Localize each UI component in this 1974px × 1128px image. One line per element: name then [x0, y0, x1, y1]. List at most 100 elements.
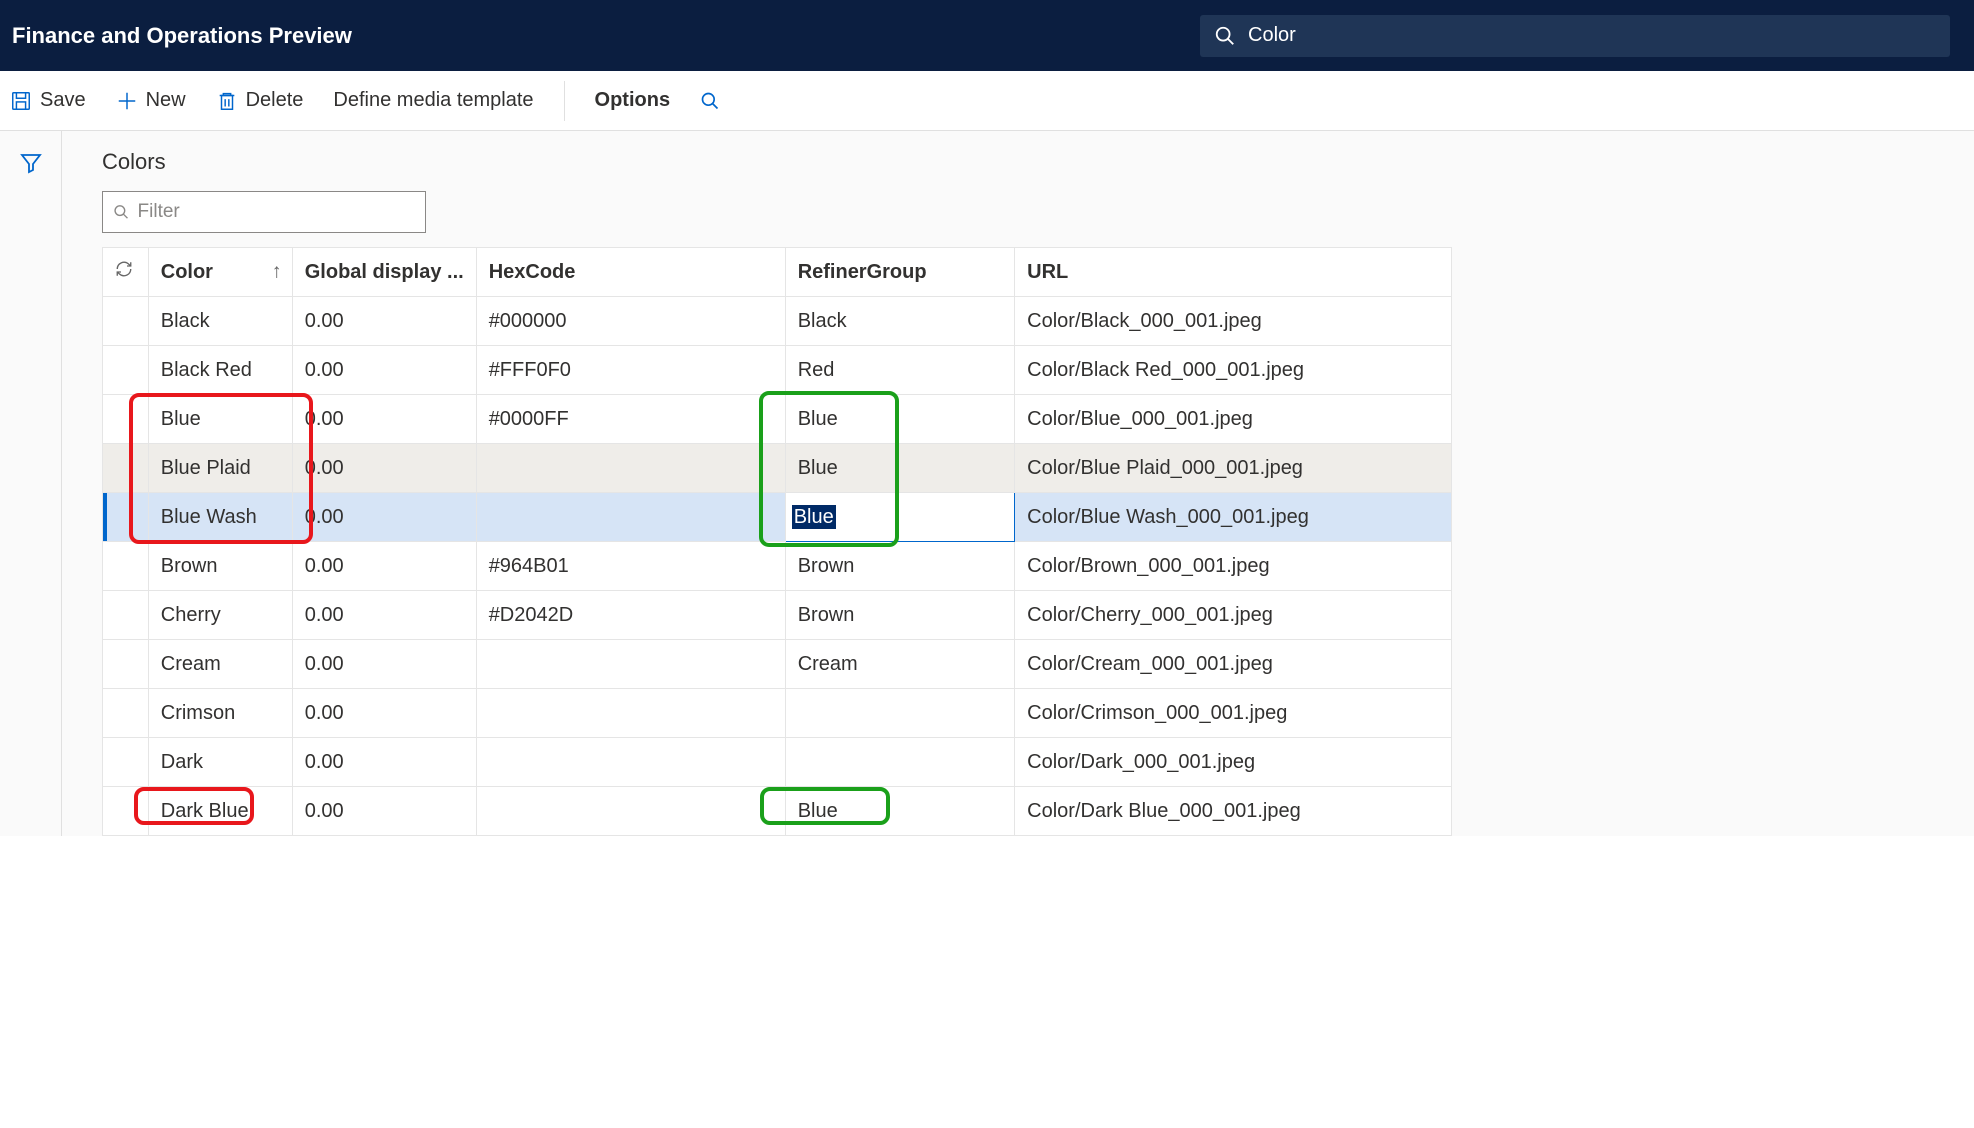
cell-color[interactable]: Black: [148, 297, 292, 346]
cell-refiner-group[interactable]: Red: [785, 346, 1014, 395]
cell-global-display[interactable]: 0.00: [292, 297, 476, 346]
cell-color[interactable]: Dark: [148, 738, 292, 787]
cell-refiner-group[interactable]: Brown: [785, 591, 1014, 640]
cell-color[interactable]: Cherry: [148, 591, 292, 640]
row-selector[interactable]: [103, 787, 149, 836]
cell-url[interactable]: Color/Brown_000_001.jpeg: [1015, 542, 1452, 591]
table-row[interactable]: Brown0.00#964B01BrownColor/Brown_000_001…: [103, 542, 1452, 591]
column-header-refiner-group[interactable]: RefinerGroup: [785, 248, 1014, 297]
save-label: Save: [40, 89, 86, 112]
column-header-url[interactable]: URL: [1015, 248, 1452, 297]
cell-hexcode[interactable]: [476, 787, 785, 836]
table-row[interactable]: Dark Blue0.00 BlueColor/Dark Blue_000_001…: [103, 787, 1452, 836]
cell-color[interactable]: Blue: [148, 395, 292, 444]
cell-color[interactable]: Blue Plaid: [148, 444, 292, 493]
cell-hexcode[interactable]: #0000FF: [476, 395, 785, 444]
table-row[interactable]: Dark0.00 Color/Dark_000_001.jpeg: [103, 738, 1452, 787]
cell-url[interactable]: Color/Cream_000_001.jpeg: [1015, 640, 1452, 689]
row-selector[interactable]: [103, 591, 149, 640]
cell-refiner-group[interactable]: Brown: [785, 542, 1014, 591]
cell-refiner-group[interactable]: Blue: [785, 444, 1014, 493]
page-search-button[interactable]: [700, 91, 720, 111]
refresh-column-header[interactable]: [103, 248, 149, 297]
column-header-global-display[interactable]: Global display ...: [292, 248, 476, 297]
cell-refiner-group[interactable]: [785, 689, 1014, 738]
cell-global-display[interactable]: 0.00: [292, 640, 476, 689]
cell-global-display[interactable]: 0.00: [292, 346, 476, 395]
cell-color[interactable]: Brown: [148, 542, 292, 591]
cell-global-display[interactable]: 0.00: [292, 689, 476, 738]
cell-color[interactable]: Crimson: [148, 689, 292, 738]
cell-hexcode[interactable]: [476, 444, 785, 493]
cell-global-display[interactable]: 0.00: [292, 444, 476, 493]
table-row[interactable]: Blue Wash0.00 BlueColor/Blue Wash_000_001…: [103, 493, 1452, 542]
cell-url[interactable]: Color/Black Red_000_001.jpeg: [1015, 346, 1452, 395]
cell-hexcode[interactable]: [476, 689, 785, 738]
table-row[interactable]: Blue0.00#0000FFBlueColor/Blue_000_001.jp…: [103, 395, 1452, 444]
row-selector[interactable]: [103, 444, 149, 493]
cell-url[interactable]: Color/Blue_000_001.jpeg: [1015, 395, 1452, 444]
cell-color[interactable]: Black Red: [148, 346, 292, 395]
table-row[interactable]: Crimson0.00 Color/Crimson_000_001.jpeg: [103, 689, 1452, 738]
cell-refiner-group[interactable]: [785, 738, 1014, 787]
table-row[interactable]: Black0.00#000000BlackColor/Black_000_001…: [103, 297, 1452, 346]
save-button[interactable]: Save: [10, 89, 86, 112]
row-selector[interactable]: [103, 346, 149, 395]
cell-refiner-group[interactable]: Blue: [785, 787, 1014, 836]
row-selector[interactable]: [103, 689, 149, 738]
cell-hexcode[interactable]: [476, 640, 785, 689]
cell-url[interactable]: Color/Dark_000_001.jpeg: [1015, 738, 1452, 787]
cell-global-display[interactable]: 0.00: [292, 395, 476, 444]
cell-global-display[interactable]: 0.00: [292, 542, 476, 591]
row-selector[interactable]: [103, 738, 149, 787]
new-button[interactable]: New: [116, 89, 186, 112]
global-search[interactable]: [1200, 15, 1950, 57]
cell-color[interactable]: Cream: [148, 640, 292, 689]
cell-refiner-group[interactable]: Blue: [785, 493, 1014, 542]
top-navbar: Finance and Operations Preview: [0, 0, 1974, 71]
cell-url[interactable]: Color/Blue Wash_000_001.jpeg: [1015, 493, 1452, 542]
cell-hexcode[interactable]: #D2042D: [476, 591, 785, 640]
cell-url[interactable]: Color/Blue Plaid_000_001.jpeg: [1015, 444, 1452, 493]
options-button[interactable]: Options: [595, 89, 671, 112]
page-title: Colors: [102, 149, 1974, 175]
column-header-hexcode[interactable]: HexCode: [476, 248, 785, 297]
cell-hexcode[interactable]: #FFF0F0: [476, 346, 785, 395]
row-selector[interactable]: [103, 493, 149, 542]
cell-color[interactable]: Dark Blue: [148, 787, 292, 836]
cell-refiner-group[interactable]: Black: [785, 297, 1014, 346]
cell-global-display[interactable]: 0.00: [292, 493, 476, 542]
cell-url[interactable]: Color/Black_000_001.jpeg: [1015, 297, 1452, 346]
global-search-input[interactable]: [1248, 24, 1936, 47]
table-row[interactable]: Blue Plaid0.00 BlueColor/Blue Plaid_000_0…: [103, 444, 1452, 493]
cell-refiner-group[interactable]: Blue: [785, 395, 1014, 444]
table-row[interactable]: Black Red0.00#FFF0F0RedColor/Black Red_0…: [103, 346, 1452, 395]
cell-url[interactable]: Color/Crimson_000_001.jpeg: [1015, 689, 1452, 738]
cell-global-display[interactable]: 0.00: [292, 738, 476, 787]
grid-filter[interactable]: [102, 191, 426, 233]
column-header-color[interactable]: Color ↑: [148, 248, 292, 297]
table-row[interactable]: Cherry0.00#D2042DBrownColor/Cherry_000_0…: [103, 591, 1452, 640]
cell-global-display[interactable]: 0.00: [292, 591, 476, 640]
row-selector[interactable]: [103, 297, 149, 346]
cell-hexcode[interactable]: #000000: [476, 297, 785, 346]
cell-hexcode[interactable]: #964B01: [476, 542, 785, 591]
cell-color[interactable]: Blue Wash: [148, 493, 292, 542]
cell-url[interactable]: Color/Dark Blue_000_001.jpeg: [1015, 787, 1452, 836]
options-label: Options: [595, 89, 671, 112]
colors-grid: Color ↑ Global display ... HexCode Refin…: [102, 247, 1452, 836]
table-row[interactable]: Cream0.00CreamColor/Cream_000_001.jpeg: [103, 640, 1452, 689]
cell-global-display[interactable]: 0.00: [292, 787, 476, 836]
save-icon: [10, 90, 32, 112]
cell-refiner-group[interactable]: Cream: [785, 640, 1014, 689]
grid-filter-input[interactable]: [138, 201, 415, 223]
row-selector[interactable]: [103, 542, 149, 591]
funnel-icon[interactable]: [19, 151, 43, 836]
row-selector[interactable]: [103, 640, 149, 689]
cell-hexcode[interactable]: [476, 493, 785, 542]
cell-hexcode[interactable]: [476, 738, 785, 787]
delete-button[interactable]: Delete: [216, 89, 304, 112]
cell-url[interactable]: Color/Cherry_000_001.jpeg: [1015, 591, 1452, 640]
row-selector[interactable]: [103, 395, 149, 444]
define-media-template-button[interactable]: Define media template: [333, 89, 533, 112]
